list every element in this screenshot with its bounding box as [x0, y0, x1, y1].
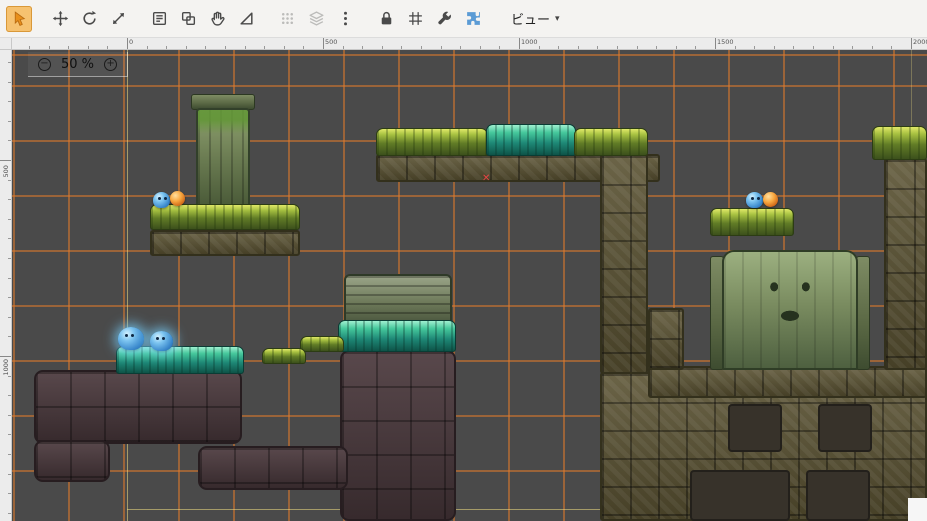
triangle-icon: [238, 10, 255, 27]
bottom-left-grass[interactable]: [116, 346, 244, 374]
ruler-label: 500: [3, 159, 10, 183]
short-column[interactable]: [648, 308, 684, 370]
ruler-label: 1500: [717, 39, 734, 46]
top-grass-right[interactable]: [574, 128, 648, 156]
bottom-connector[interactable]: [198, 446, 348, 490]
toolbar-group-settings: [373, 6, 486, 32]
scene-canvas[interactable]: ✕ − 50 % +: [12, 50, 927, 521]
view-menu-label: ビュー: [511, 9, 550, 28]
zoom-control: − 50 % +: [28, 52, 128, 77]
ruler-label: 0: [129, 39, 133, 46]
mid-structure-dirt[interactable]: [340, 350, 456, 521]
grid-toggle-button[interactable]: [402, 6, 428, 32]
zoom-out-button[interactable]: −: [38, 58, 51, 71]
statue-column-right[interactable]: [856, 256, 870, 370]
ruler-corner: [0, 38, 12, 50]
ruler-label: 2000: [913, 39, 927, 46]
stone-face-statue[interactable]: [722, 250, 858, 370]
ruler-label: 1000: [3, 355, 10, 379]
mask-tool[interactable]: [233, 6, 259, 32]
resize-tool[interactable]: [105, 6, 131, 32]
blue-creature[interactable]: [118, 327, 144, 350]
cursor-icon: [11, 10, 28, 27]
groups-icon: [180, 10, 197, 27]
hand-icon: [209, 10, 226, 27]
bottom-left-foot[interactable]: [34, 440, 110, 482]
rotate-icon: [81, 10, 98, 27]
tall-column[interactable]: [600, 154, 648, 374]
toolbar: ビュー ▾: [0, 0, 927, 38]
mid-structure-grass[interactable]: [338, 320, 456, 352]
view-menu-button[interactable]: ビュー ▾: [501, 5, 570, 33]
instances-panel-button[interactable]: [274, 6, 300, 32]
wall-gap-left[interactable]: [690, 470, 790, 521]
left-platform-grass[interactable]: [150, 204, 300, 230]
vine-step-lower[interactable]: [262, 348, 306, 364]
zoom-in-button[interactable]: +: [104, 58, 117, 71]
blue-creature[interactable]: [150, 331, 173, 351]
right-platform-grass[interactable]: [710, 208, 794, 236]
left-platform-tiles[interactable]: [150, 230, 300, 256]
rotate-tool[interactable]: [76, 6, 102, 32]
orange-creature[interactable]: [763, 192, 778, 207]
lock-toggle-button[interactable]: [373, 6, 399, 32]
toolbar-group-transform: [47, 6, 131, 32]
vine-step-upper[interactable]: [300, 336, 344, 352]
top-grass-left[interactable]: [376, 128, 488, 156]
ruler-horizontal: 0 500 1000 1500 2000: [12, 38, 927, 50]
objects-panel-button[interactable]: [146, 6, 172, 32]
move-icon: [52, 10, 69, 27]
wall-window-right[interactable]: [818, 404, 872, 452]
blue-creature[interactable]: [153, 192, 170, 208]
blue-creature[interactable]: [746, 192, 763, 208]
scroll-corner: [908, 498, 927, 521]
selection-tool[interactable]: [6, 6, 32, 32]
toolbar-group-selection: [6, 6, 32, 32]
right-grass-top[interactable]: [872, 126, 927, 160]
move-tool[interactable]: [47, 6, 73, 32]
wall-window-left[interactable]: [728, 404, 782, 452]
orange-creature[interactable]: [170, 191, 185, 206]
ruin-machine[interactable]: [344, 274, 452, 324]
level-layer: ✕: [12, 50, 927, 521]
toolbar-group-panels: [146, 6, 259, 32]
puzzle-icon: [465, 10, 482, 27]
resize-icon: [110, 10, 127, 27]
object-groups-panel-button[interactable]: [175, 6, 201, 32]
ruler-label: 1000: [521, 39, 538, 46]
more-options-button[interactable]: [332, 6, 358, 32]
scene-editor-window: ビュー ▾ 0 500 1000 1500 2000 500 1000 ✕ − 50 % …: [0, 0, 927, 521]
wrench-icon: [436, 10, 453, 27]
grid-icon: [407, 10, 424, 27]
layers-icon: [308, 10, 325, 27]
toolbar-group-secondary: [274, 6, 358, 32]
kebab-icon: [337, 10, 354, 27]
objects-icon: [151, 10, 168, 27]
ruler-label: 500: [325, 39, 337, 46]
under-statue-row[interactable]: [648, 366, 927, 398]
toolbar-groups: [6, 6, 501, 32]
chevron-down-icon: ▾: [555, 14, 560, 24]
origin-marker: ✕: [482, 174, 490, 184]
stone-pillar[interactable]: [196, 108, 250, 208]
pan-tool[interactable]: [204, 6, 230, 32]
extensions-button[interactable]: [460, 6, 486, 32]
debug-button[interactable]: [431, 6, 457, 32]
wall-gap-right[interactable]: [806, 470, 870, 521]
editor-area: 0 500 1000 1500 2000 500 1000 ✕ − 50 % +: [0, 38, 927, 521]
zoom-value: 50 %: [61, 57, 94, 72]
ruler-vertical: 500 1000: [0, 50, 12, 521]
right-column[interactable]: [884, 158, 927, 370]
dots-grid-icon: [279, 10, 296, 27]
lock-icon: [378, 10, 395, 27]
top-grass-teal[interactable]: [486, 124, 576, 156]
layers-panel-button[interactable]: [303, 6, 329, 32]
bottom-left-slab[interactable]: [34, 370, 242, 444]
